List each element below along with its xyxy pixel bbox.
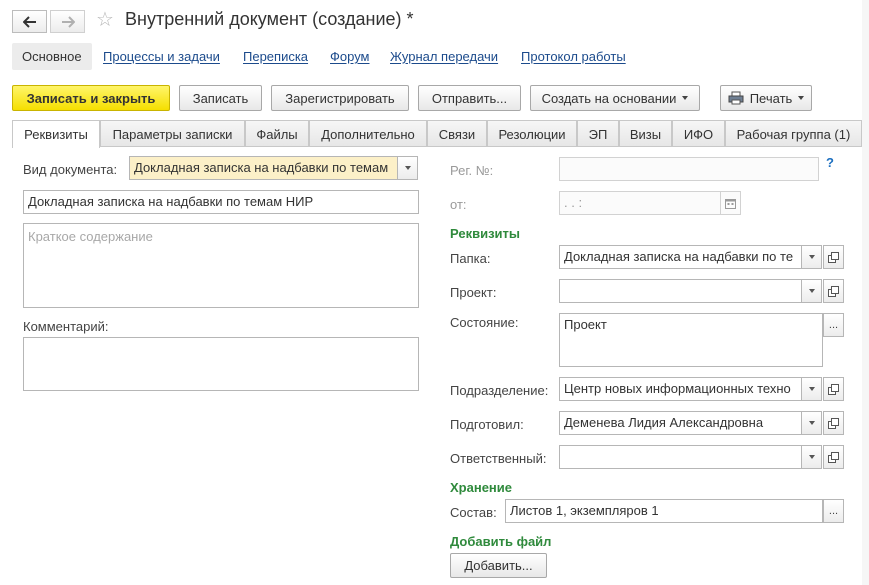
arrow-right-icon [61, 15, 75, 28]
reg-number-label: Рег. №: [450, 163, 494, 178]
prepared-by-open-button[interactable] [823, 411, 844, 435]
chevron-down-icon [808, 255, 815, 259]
date-label: от: [450, 197, 467, 212]
project-label: Проект: [450, 285, 497, 300]
department-field[interactable]: Центр новых информационных техно [559, 377, 802, 401]
help-icon[interactable]: ? [826, 155, 834, 170]
responsible-field[interactable] [559, 445, 802, 469]
state-field[interactable]: Проект [559, 313, 823, 367]
add-file-group-title: Добавить файл [450, 534, 552, 549]
project-dropdown-button[interactable] [801, 279, 822, 303]
send-button[interactable]: Отправить... [418, 85, 521, 111]
composition-label: Состав: [450, 505, 497, 520]
date-field[interactable]: . . : [559, 191, 721, 215]
create-based-on-button[interactable]: Создать на основании [530, 85, 700, 111]
prepared-by-dropdown-button[interactable] [801, 411, 822, 435]
chevron-down-icon [682, 96, 689, 100]
back-button[interactable] [12, 10, 47, 33]
section-tab-work-protocol[interactable]: Протокол работы [521, 43, 626, 70]
arrow-left-icon [22, 15, 36, 28]
doc-type-dropdown-button[interactable] [397, 156, 418, 180]
calendar-button[interactable] [720, 191, 741, 215]
doc-type-field[interactable]: Докладная записка на надбавки по темам [129, 156, 398, 180]
composition-select-button[interactable]: ... [823, 499, 844, 523]
comment-field[interactable] [23, 337, 419, 391]
department-open-button[interactable] [823, 377, 844, 401]
tab-links[interactable]: Связи [427, 120, 487, 147]
state-select-button[interactable]: ... [823, 313, 844, 337]
tab-visas[interactable]: Визы [619, 120, 672, 147]
register-button[interactable]: Зарегистрировать [271, 85, 409, 111]
print-button[interactable]: Печать [720, 85, 812, 111]
section-tab-processes[interactable]: Процессы и задачи [103, 43, 220, 70]
folder-label: Папка: [450, 251, 491, 266]
department-dropdown-button[interactable] [801, 377, 822, 401]
tab-additional[interactable]: Дополнительно [309, 120, 427, 147]
open-form-icon [828, 451, 839, 463]
comment-label: Комментарий: [23, 319, 109, 334]
tab-files[interactable]: Файлы [245, 120, 309, 147]
open-form-icon [828, 251, 839, 263]
composition-field[interactable]: Листов 1, экземпляров 1 [505, 499, 823, 523]
save-and-close-button[interactable]: Записать и закрыть [12, 85, 170, 111]
chevron-down-icon [808, 387, 815, 391]
department-label: Подразделение: [450, 383, 549, 398]
reg-number-field[interactable] [559, 157, 819, 181]
folder-dropdown-button[interactable] [801, 245, 822, 269]
responsible-dropdown-button[interactable] [801, 445, 822, 469]
open-form-icon [828, 285, 839, 297]
tab-resolutions[interactable]: Резолюции [487, 120, 577, 147]
scrollbar[interactable] [862, 0, 869, 585]
save-button[interactable]: Записать [179, 85, 262, 111]
responsible-open-button[interactable] [823, 445, 844, 469]
section-tab-main[interactable]: Основное [12, 43, 92, 70]
open-form-icon [828, 383, 839, 395]
tab-divider [12, 146, 869, 147]
chevron-down-icon [798, 96, 805, 100]
section-tab-correspondence[interactable]: Переписка [243, 43, 308, 70]
chevron-down-icon [808, 289, 815, 293]
page-title: Внутренний документ (создание) * [125, 9, 414, 29]
add-file-button[interactable]: Добавить... [450, 553, 547, 578]
responsible-label: Ответственный: [450, 451, 547, 466]
tab-memo-params[interactable]: Параметры записки [100, 120, 245, 147]
summary-field[interactable]: Краткое содержание [23, 223, 419, 308]
section-tab-forum[interactable]: Форум [330, 43, 370, 70]
forward-button[interactable] [50, 10, 85, 33]
folder-field[interactable]: Докладная записка на надбавки по те [559, 245, 802, 269]
tab-requisites[interactable]: Реквизиты [12, 120, 100, 148]
document-title-field[interactable]: Докладная записка на надбавки по темам Н… [23, 190, 419, 214]
chevron-down-icon [808, 421, 815, 425]
chevron-down-icon [808, 455, 815, 459]
state-label: Состояние: [450, 315, 519, 330]
chevron-down-icon [404, 166, 411, 170]
project-field[interactable] [559, 279, 802, 303]
tab-work-group[interactable]: Рабочая группа (1) [725, 120, 862, 147]
section-tab-transfer-log[interactable]: Журнал передачи [390, 43, 498, 70]
requisites-group-title: Реквизиты [450, 226, 520, 241]
doc-type-label: Вид документа: [23, 162, 118, 177]
prepared-by-label: Подготовил: [450, 417, 524, 432]
calendar-icon [725, 198, 736, 209]
folder-open-button[interactable] [823, 245, 844, 269]
star-icon[interactable]: ☆ [96, 9, 114, 31]
project-open-button[interactable] [823, 279, 844, 303]
storage-group-title: Хранение [450, 480, 512, 495]
tab-signature[interactable]: ЭП [577, 120, 619, 147]
open-form-icon [828, 417, 839, 429]
tab-ifo[interactable]: ИФО [672, 120, 725, 147]
printer-icon [728, 91, 744, 105]
prepared-by-field[interactable]: Деменева Лидия Александровна [559, 411, 802, 435]
